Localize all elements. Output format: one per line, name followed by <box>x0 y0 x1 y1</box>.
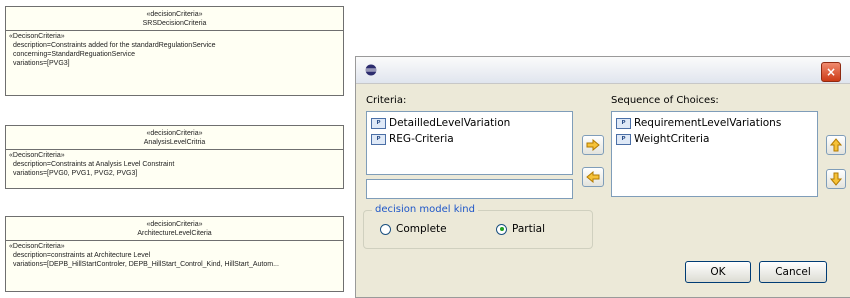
class-name: SRSDecisionCriteria <box>142 20 207 27</box>
stereotype-label: «decisionCriteria» <box>146 221 203 228</box>
sequence-list[interactable]: P RequirementLevelVariations P WeightCri… <box>611 111 818 197</box>
list-item-label: WeightCriteria <box>634 133 710 145</box>
radio-partial[interactable]: Partial <box>496 223 545 235</box>
list-item-label: RequirementLevelVariations <box>634 117 782 129</box>
eclipse-app-icon <box>365 64 377 76</box>
arrow-up-icon <box>830 138 842 152</box>
compartment-stereotype: «DecisonCriteria» <box>9 33 65 40</box>
radio-label: Complete <box>396 223 447 235</box>
attribute-variations: variations=[DEPB_HillStartControler, DEP… <box>13 261 279 268</box>
property-icon: P <box>371 117 386 129</box>
compartment-stereotype: «DecisonCriteria» <box>9 243 65 250</box>
attribute-variations: variations=[PVG0, PVG1, PVG2, PVG3] <box>13 170 138 177</box>
class-name: AnalysisLevelCritria <box>143 139 206 146</box>
decision-model-kind-group: decision model kind Complete Partial <box>363 204 593 249</box>
class-name: ArchitectureLevelCiteria <box>137 230 212 237</box>
attribute-description: description=Constraints at Analysis Leve… <box>13 161 175 168</box>
radio-indicator <box>380 223 391 235</box>
dialog-titlebar[interactable]: × <box>356 57 850 84</box>
list-item[interactable]: P REG-Criteria <box>371 132 454 146</box>
remove-left-button[interactable] <box>582 167 604 187</box>
list-item[interactable]: P RequirementLevelVariations <box>616 116 781 130</box>
class-box-architecture-level-criteria[interactable]: «decisionCriteria» ArchitectureLevelCite… <box>5 216 344 292</box>
move-up-button[interactable] <box>826 135 846 155</box>
radio-label: Partial <box>512 223 545 235</box>
list-item-label: REG-Criteria <box>389 133 454 145</box>
compartment-stereotype: «DecisonCriteria» <box>9 152 65 159</box>
list-item[interactable]: P DetailledLevelVariation <box>371 116 510 130</box>
class-box-srs-decision-criteria[interactable]: «decisionCriteria» SRSDecisionCriteria «… <box>5 6 344 96</box>
close-button[interactable]: × <box>821 62 841 82</box>
criteria-filter-field[interactable] <box>366 179 573 199</box>
attribute-description: description=Constraints added for the st… <box>13 42 216 49</box>
criteria-label: Criteria: <box>366 95 407 106</box>
decision-criteria-dialog: × Criteria: P DetailledLevelVariation P … <box>355 56 850 298</box>
list-item-label: DetailledLevelVariation <box>389 117 511 129</box>
list-item[interactable]: P WeightCriteria <box>616 132 709 146</box>
move-down-button[interactable] <box>826 169 846 189</box>
add-right-button[interactable] <box>582 135 604 155</box>
arrow-right-icon <box>586 139 600 151</box>
arrow-down-icon <box>830 172 842 186</box>
sequence-of-choices-label: Sequence of Choices: <box>611 95 719 106</box>
property-icon: P <box>371 133 386 145</box>
property-icon: P <box>616 117 631 129</box>
property-icon: P <box>616 133 631 145</box>
arrow-left-icon <box>586 171 600 183</box>
attribute-variations: variations=[PVG3] <box>13 60 70 67</box>
class-box-analysis-level-criteria[interactable]: «decisionCriteria» AnalysisLevelCritria … <box>5 125 344 189</box>
attribute-concerning: concerning=StandardReguationService <box>13 51 135 58</box>
ok-button[interactable]: OK <box>685 261 751 283</box>
criteria-list[interactable]: P DetailledLevelVariation P REG-Criteria <box>366 111 573 175</box>
radio-complete[interactable]: Complete <box>380 223 447 235</box>
radio-indicator-selected <box>496 223 507 235</box>
close-icon: × <box>825 65 837 79</box>
attribute-description: description=constraints at Architecture … <box>13 252 151 259</box>
group-title: decision model kind <box>372 204 478 215</box>
stereotype-label: «decisionCriteria» <box>146 130 203 137</box>
stereotype-label: «decisionCriteria» <box>146 11 203 18</box>
cancel-button[interactable]: Cancel <box>759 261 827 283</box>
